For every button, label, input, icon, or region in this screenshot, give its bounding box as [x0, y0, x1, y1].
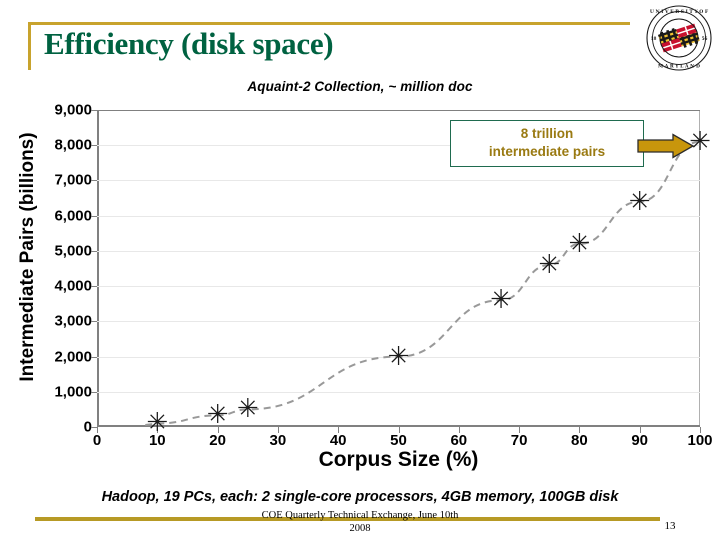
svg-text:M A R Y L A N D: M A R Y L A N D	[658, 64, 700, 70]
callout-line-2: intermediate pairs	[488, 144, 606, 159]
svg-text:56: 56	[702, 36, 708, 41]
x-tick-mark	[97, 427, 98, 433]
x-tick-mark	[398, 427, 400, 433]
x-tick-mark	[338, 427, 340, 433]
x-tick-mark	[700, 427, 701, 433]
y-tick-label: 9,000	[54, 101, 92, 119]
university-of-maryland-seal-icon: U N I V E R S I T Y O F M A R Y L A N D …	[645, 4, 713, 72]
y-tick-label: 2,000	[54, 348, 92, 366]
y-tick-label: 1,000	[54, 383, 92, 401]
footer-conference: COE Quarterly Technical Exchange, June 1…	[0, 509, 720, 535]
annotation-callout: 8 trillion intermediate pairs	[450, 120, 644, 167]
callout-line-1: 8 trillion	[520, 126, 574, 141]
x-tick-label: 90	[631, 432, 649, 449]
y-tick-label: 6,000	[54, 207, 92, 225]
footer-conference-line-2: 2008	[349, 523, 371, 534]
x-tick-label: 30	[269, 432, 287, 449]
y-tick-label: 4,000	[54, 277, 92, 295]
x-axis-title: Corpus Size (%)	[318, 448, 479, 471]
page-title: Efficiency (disk space)	[44, 26, 334, 61]
x-tick-mark	[277, 427, 279, 433]
x-tick-label: 10	[148, 432, 166, 449]
header-bracket	[28, 22, 31, 70]
y-tick-label: 5,000	[54, 242, 92, 260]
x-tick-label: 50	[390, 432, 407, 449]
x-tick-mark	[519, 427, 521, 433]
footer-conference-line-1: COE Quarterly Technical Exchange, June 1…	[261, 510, 459, 521]
y-axis-tick-labels: 0 1,000 2,000 3,000 4,000 5,000 6,000 7,000 8,00…	[10, 96, 92, 486]
x-tick-label: 20	[209, 432, 226, 449]
x-tick-label: 80	[571, 432, 588, 449]
callout-arrow-icon	[637, 133, 695, 159]
y-tick-label: 8,000	[54, 136, 92, 154]
x-tick-label: 70	[510, 432, 528, 449]
y-tick-label: 7,000	[54, 171, 92, 189]
x-tick-mark	[639, 427, 641, 433]
slide-subtitle: Aquaint-2 Collection, ~ million doc	[247, 79, 473, 94]
x-tick-mark	[458, 427, 460, 433]
x-tick-mark	[217, 427, 219, 433]
y-tick-label: 3,000	[54, 312, 92, 330]
x-tick-mark	[157, 427, 159, 433]
x-tick-mark	[579, 427, 581, 433]
page-number: 13	[664, 520, 676, 532]
svg-text:U N I V E R S I T Y O F: U N I V E R S I T Y O F	[650, 9, 709, 15]
x-tick-label: 100	[687, 432, 713, 449]
x-tick-label: 0	[92, 432, 102, 449]
slide: Efficiency (disk space) Aquaint-2 Collec…	[0, 0, 720, 540]
x-tick-label: 60	[450, 432, 468, 449]
footer-note: Hadoop, 19 PCs, each: 2 single-core proc…	[101, 489, 619, 505]
svg-text:18: 18	[651, 36, 657, 41]
x-tick-label: 40	[329, 432, 347, 449]
